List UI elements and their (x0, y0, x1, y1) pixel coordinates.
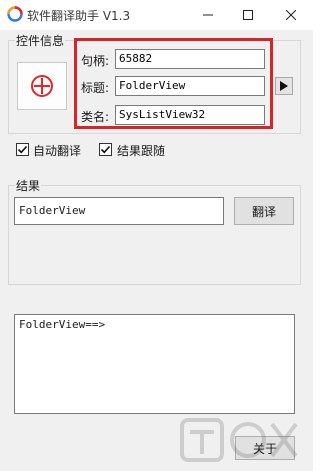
title-bar: 软件翻译助手 V1.3 (0, 0, 313, 30)
client-area: 控件信息 句柄: 65882 标题: FolderView 类名: SysLis… (0, 30, 313, 471)
target-picker-button[interactable] (17, 62, 67, 110)
caption-label: 标题: (81, 81, 110, 95)
about-button[interactable]: 关于 (235, 436, 295, 460)
result-follow-checkbox[interactable] (99, 143, 112, 156)
maximize-button[interactable] (228, 0, 268, 30)
checkmark-icon (17, 145, 28, 154)
control-info-group-label: 控件信息 (15, 32, 66, 49)
handle-field[interactable]: 65882 (115, 49, 265, 69)
result-field[interactable]: FolderView (14, 197, 224, 225)
classname-label: 类名: (81, 110, 110, 124)
maximize-icon (243, 10, 253, 20)
play-arrow-icon (280, 81, 288, 91)
caption-field[interactable]: FolderView (115, 76, 265, 96)
window-title: 软件翻译助手 V1.3 (27, 9, 131, 23)
handle-label: 句柄: (81, 54, 110, 68)
classname-field[interactable]: SysListView32 (115, 105, 265, 125)
translate-button[interactable]: 翻译 (234, 197, 294, 225)
result-group-label: 结果 (15, 177, 42, 194)
minimize-button[interactable] (188, 0, 228, 30)
close-window-button[interactable] (268, 0, 313, 30)
expand-button[interactable] (275, 77, 293, 95)
checkmark-icon (100, 145, 111, 154)
app-logo-icon (7, 6, 23, 22)
close-icon (285, 10, 296, 20)
auto-translate-label[interactable]: 自动翻译 (33, 142, 81, 159)
result-follow-label[interactable]: 结果跟随 (117, 142, 165, 159)
output-textarea[interactable]: FolderView==> (14, 314, 295, 414)
auto-translate-checkbox[interactable] (16, 143, 29, 156)
crosshair-target-icon (31, 75, 53, 97)
minimize-icon (203, 14, 213, 16)
